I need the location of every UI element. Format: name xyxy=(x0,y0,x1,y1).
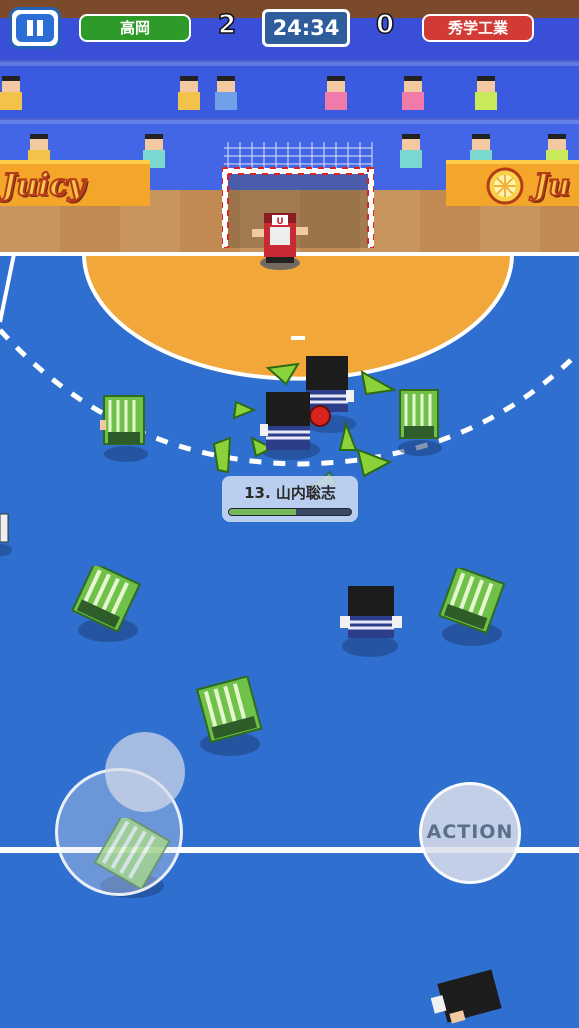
stamina-fill xyxy=(229,509,297,515)
ad-banner-left: Juicy xyxy=(0,160,150,206)
banner-text: Juicy xyxy=(1,167,86,204)
ad-banner-right: Ju xyxy=(446,160,579,206)
action-button-label: ACTION xyxy=(426,821,514,843)
player-name: 13. 山内聡志 xyxy=(244,484,336,502)
teammate-player xyxy=(340,586,402,657)
spectator xyxy=(475,76,497,110)
pause-button[interactable] xyxy=(9,7,61,49)
svg-text:U: U xyxy=(276,217,283,227)
banner-text: Ju xyxy=(533,167,571,204)
away-score: 0 xyxy=(375,9,395,41)
spectator xyxy=(0,76,22,110)
goalkeeper: U xyxy=(252,213,308,270)
opponent-player xyxy=(195,676,263,756)
match-hud: 高岡 2 24:34 0 秀学工業 xyxy=(0,0,579,56)
orange-logo-icon xyxy=(486,167,524,205)
spectator xyxy=(178,76,200,110)
spectator xyxy=(215,76,237,110)
home-team-name: 高岡 xyxy=(79,14,191,42)
joystick-knob[interactable] xyxy=(105,732,185,812)
spectator xyxy=(400,134,422,168)
teammate-player xyxy=(430,969,502,1024)
selected-player-group xyxy=(212,356,396,486)
action-button[interactable]: ACTION xyxy=(419,782,521,884)
match-timer: 24:34 xyxy=(262,9,350,47)
opponent-player xyxy=(398,389,442,456)
spectator xyxy=(402,76,424,110)
opponent-player xyxy=(71,566,142,642)
opponent-player-edge xyxy=(0,513,12,556)
seat-row xyxy=(0,60,579,66)
pause-icon xyxy=(16,14,54,42)
opponent-player xyxy=(100,395,148,462)
opponent-player xyxy=(438,568,506,646)
stamina-bar xyxy=(228,508,352,516)
player-name-tag: 13. 山内聡志 xyxy=(222,476,358,522)
seat-row xyxy=(0,118,579,124)
spectator xyxy=(325,76,347,110)
home-score: 2 xyxy=(217,9,237,41)
ball-icon xyxy=(309,405,331,427)
away-team-name: 秀学工業 xyxy=(422,14,534,42)
